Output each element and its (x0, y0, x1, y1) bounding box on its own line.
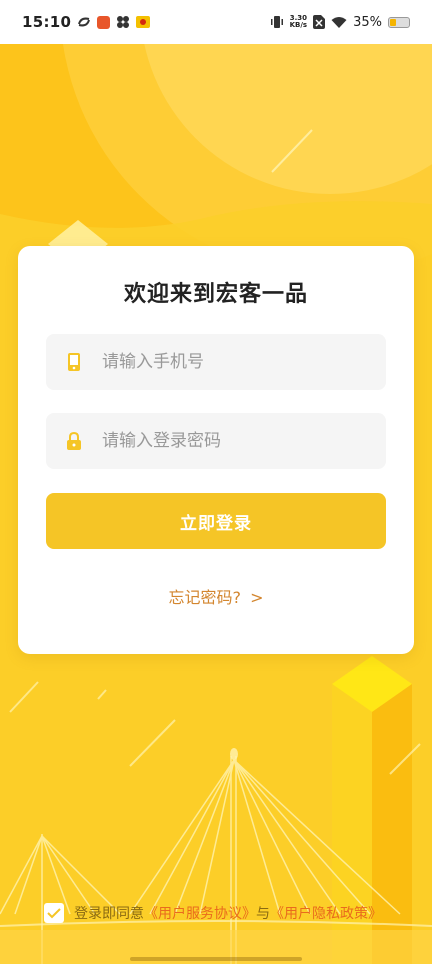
lock-icon (46, 431, 102, 451)
check-icon (47, 908, 61, 919)
gallery-icon (136, 16, 151, 28)
wifi-icon (331, 16, 347, 28)
battery-percent: 35% (353, 14, 382, 30)
chevron-right-icon: > (250, 588, 264, 607)
net-speed: 3.30 KB/s (290, 15, 307, 29)
forgot-password-label: 忘记密码? (168, 588, 242, 607)
home-indicator[interactable] (130, 957, 302, 961)
sync-icon (78, 17, 91, 27)
agreement-row: 登录即同意 《用户服务协议》 与 《用户隐私政策》 (44, 903, 382, 923)
status-time: 15:10 (22, 13, 72, 31)
phone-field[interactable] (46, 334, 386, 390)
net-speed-unit: KB/s (289, 21, 308, 29)
terms-link[interactable]: 《用户服务协议》 (144, 903, 256, 923)
login-card: 欢迎来到宏客一品 立即登录 忘记密码? > (18, 246, 414, 654)
battery-icon (388, 16, 410, 28)
no-sim-icon (313, 15, 326, 29)
password-input[interactable] (102, 431, 362, 451)
login-button[interactable]: 立即登录 (46, 493, 386, 549)
privacy-link[interactable]: 《用户隐私政策》 (270, 903, 382, 923)
phone-input[interactable] (102, 352, 362, 372)
battery-level (390, 18, 397, 26)
password-field[interactable] (46, 413, 386, 469)
phone-icon (46, 352, 102, 372)
forgot-password-link[interactable]: 忘记密码? > (18, 584, 414, 608)
weibo-icon (117, 16, 130, 28)
agreement-conjunction: 与 (256, 906, 270, 922)
vibrate-icon (270, 16, 283, 28)
agree-checkbox[interactable] (44, 903, 64, 923)
app-badge-icon (97, 15, 111, 29)
status-bar: 15:10 3.30 KB/s 35% (0, 0, 432, 44)
agreement-prefix: 登录即同意 (74, 906, 144, 922)
welcome-title: 欢迎来到宏客一品 (123, 282, 308, 307)
